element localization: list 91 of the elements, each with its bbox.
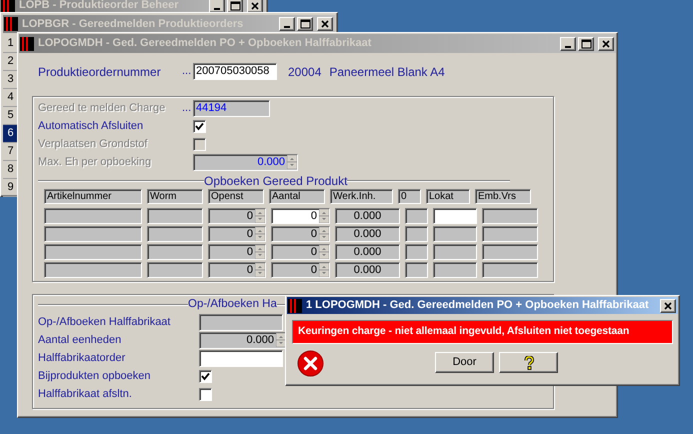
input-field[interactable] (199, 350, 283, 366)
article-name: Paneermeel Blank A4 (329, 64, 445, 80)
close-button[interactable] (660, 298, 676, 312)
error-message: Keuringen charge - niet allemaal ingevuld, Afsluiten niet toegestaan (292, 320, 673, 344)
window-title: 1 LOPOGMDH - Ged. Gereedmelden PO + Opboeken Halffabrikaat (306, 298, 649, 314)
close-button[interactable] (317, 17, 333, 31)
ellipsis-button[interactable]: ... (182, 66, 192, 77)
column-header: Emb.Vrs (475, 189, 531, 204)
table-cell: 0.000 (335, 208, 400, 224)
spin-field[interactable]: 0.000 (199, 332, 287, 348)
table-cell (482, 262, 538, 278)
field-label: Verplaatsen Grondstof (38, 136, 148, 152)
minimize-button[interactable] (209, 0, 225, 12)
minimize-button[interactable] (279, 17, 295, 31)
stripes-icon (288, 298, 302, 312)
field-label: Max. Eh per opboeking (38, 154, 152, 170)
spinner-control (319, 245, 329, 259)
row-number[interactable]: 6 (3, 125, 18, 143)
maximize-button[interactable] (297, 17, 313, 31)
field-label: Op-/Afboeken Halffabrikaat (38, 314, 172, 330)
input-field[interactable] (433, 208, 477, 224)
door-button[interactable]: Door (435, 352, 494, 373)
table-cell (482, 226, 538, 242)
minimize-icon (214, 8, 220, 10)
table-cell (482, 208, 538, 224)
spin-field[interactable]: 0 (271, 208, 330, 224)
checkbox[interactable] (193, 120, 206, 132)
column-header: 0 (398, 189, 421, 204)
minimize-icon (284, 26, 290, 28)
spinner-control (287, 155, 297, 169)
field-label: Produktieordernummer (38, 64, 162, 80)
close-button[interactable] (247, 0, 263, 12)
field-label: Halffabrikaat afsltn. (38, 386, 133, 402)
spinner-control (255, 209, 265, 223)
spin-field[interactable]: 0 (208, 262, 266, 278)
spinner-control (319, 209, 329, 223)
question-mark-icon (524, 356, 534, 370)
close-button[interactable] (598, 36, 614, 50)
section-title: Op-/Afboeken Ha (188, 297, 277, 312)
input-field[interactable] (199, 314, 283, 330)
checkbox[interactable] (199, 370, 212, 382)
spinner-control (255, 227, 265, 241)
field-label: Gereed te melden Charge (38, 100, 166, 116)
table-cell (405, 262, 428, 278)
stripes-icon (1, 0, 15, 12)
spinner-control (255, 263, 265, 277)
stripes-icon (4, 17, 18, 31)
stripes-icon (20, 36, 34, 50)
column-header: Worm (147, 189, 203, 204)
minimize-icon (565, 46, 571, 48)
field-label: Halffabrikaatorder (38, 350, 126, 366)
table-cell (147, 262, 203, 278)
error-icon (297, 350, 324, 377)
input-field[interactable]: 200705030058 (193, 63, 277, 80)
field-label: Bijprodukten opboeken (38, 368, 152, 384)
spinner-control (319, 263, 329, 277)
spin-field[interactable]: 0 (208, 244, 266, 260)
section-title: Opboeken Gereed Produkt (204, 173, 348, 190)
maximize-button[interactable] (227, 0, 243, 12)
column-header: Openst (208, 189, 264, 204)
table-cell (405, 244, 428, 260)
maximize-button[interactable] (578, 36, 594, 50)
column-header: Artikelnummer (44, 189, 142, 204)
table-cell: 0.000 (335, 262, 400, 278)
spin-field[interactable]: 0 (208, 208, 266, 224)
spinner-control (319, 227, 329, 241)
checkbox[interactable] (199, 388, 212, 400)
spin-field[interactable]: 0 (271, 244, 330, 260)
column-header: Lokat (426, 189, 470, 204)
table-cell (147, 244, 203, 260)
article-code: 20004 (288, 64, 322, 80)
table-cell (147, 208, 203, 224)
spinner-control (255, 245, 265, 259)
minimize-button[interactable] (560, 36, 576, 50)
maximize-icon (298, 18, 312, 30)
maximize-icon (228, 0, 242, 12)
table-cell (405, 208, 428, 224)
spin-field[interactable]: 0 (271, 226, 330, 242)
help-button[interactable] (499, 352, 558, 373)
table-cell (147, 226, 203, 242)
spin-field[interactable]: 0 (208, 226, 266, 242)
table-cell: 0.000 (335, 244, 400, 260)
column-header: Aantal (269, 189, 325, 204)
field-label: Automatisch Afsluiten (38, 118, 144, 134)
column-header: Werk.Inh. (330, 189, 393, 204)
table-cell: 0.000 (335, 226, 400, 242)
spin-field[interactable]: 0 (271, 262, 330, 278)
table-cell (405, 226, 428, 242)
field-label: Aantal eenheden (38, 332, 122, 348)
maximize-icon (579, 38, 593, 50)
table-cell (482, 244, 538, 260)
